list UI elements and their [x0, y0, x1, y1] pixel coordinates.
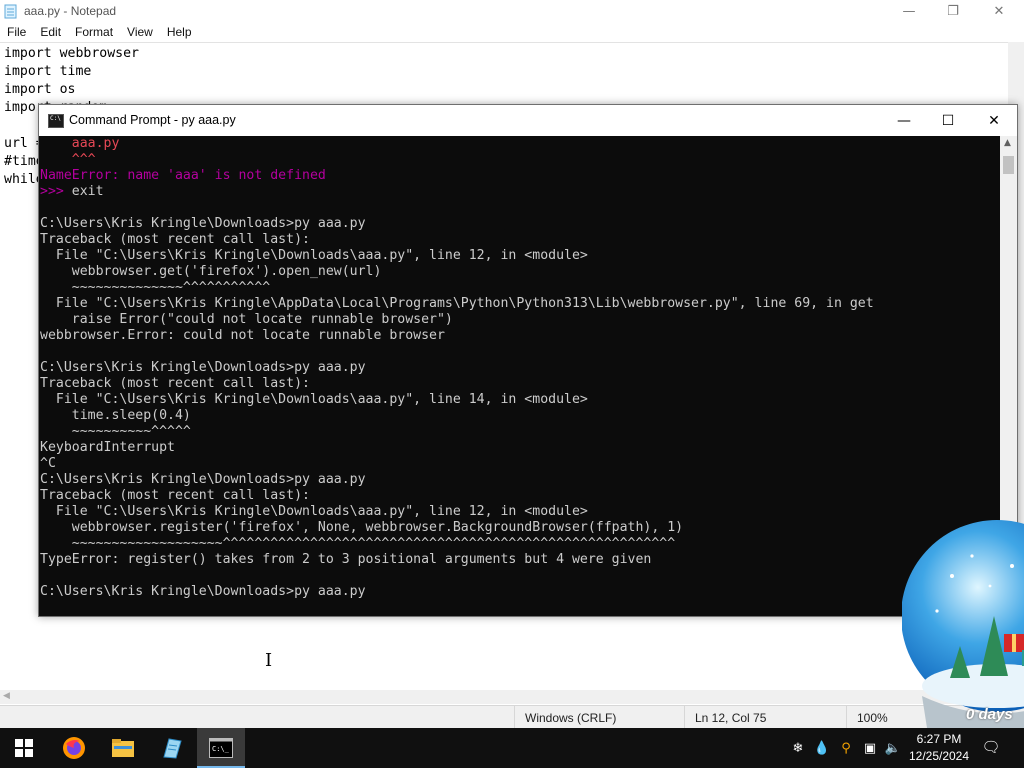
snow-globe-icon: [901, 520, 1024, 728]
menu-view[interactable]: View: [120, 23, 160, 42]
notepad-close-button[interactable]: ✕: [976, 0, 1022, 23]
notepad-line: import webbrowser: [4, 46, 139, 61]
menu-file[interactable]: File: [0, 23, 33, 42]
console-line: ^C: [40, 456, 56, 471]
status-encoding: Windows (CRLF): [525, 711, 617, 725]
scroll-left-arrow-icon[interactable]: ◀: [3, 691, 10, 701]
console-line: >>> exit: [40, 184, 104, 199]
notepad-titlebar[interactable]: aaa.py - Notepad — ❐ ✕: [0, 0, 1024, 23]
search-icon[interactable]: ⚲: [837, 738, 855, 758]
cmd-scroll-thumb[interactable]: [1003, 156, 1014, 174]
text-cursor-icon: I: [265, 650, 273, 671]
console-line: ~~~~~~~~~~^^^^^: [40, 424, 191, 439]
console-line: NameError: name 'aaa' is not defined: [40, 168, 326, 183]
file-explorer-icon: [112, 739, 134, 757]
notepad-app-icon: [4, 4, 17, 19]
windows-taskbar: C:\_ ❄ 💧 ⚲ ▣ 🔈 6:27 PM 12/25/2024 🗨: [0, 728, 1024, 768]
status-position: Ln 12, Col 75: [695, 711, 767, 725]
taskbar-notepad[interactable]: [148, 728, 196, 768]
notepad-restore-button[interactable]: ❐: [930, 0, 976, 23]
notepad-minimize-button[interactable]: —: [886, 0, 932, 23]
volume-icon[interactable]: 🔈: [884, 738, 902, 758]
menu-help[interactable]: Help: [160, 23, 199, 42]
notepad-line: import time: [4, 64, 92, 79]
cmd-text-lines: aaa.py ^^^ NameError: name 'aaa' is not d…: [40, 136, 874, 600]
scroll-up-arrow-icon[interactable]: ▲: [1004, 138, 1011, 148]
days-counter-label: 0 days: [966, 706, 1013, 723]
taskbar-firefox[interactable]: [50, 728, 98, 768]
people-icon[interactable]: ❄: [789, 738, 807, 758]
notepad-title: aaa.py - Notepad: [24, 4, 117, 18]
console-line: Traceback (most recent call last):: [40, 376, 310, 391]
cmd-title: Command Prompt - py aaa.py: [69, 113, 236, 127]
snow-globe-gadget[interactable]: 0 days: [901, 516, 1024, 728]
taskbar-command-prompt[interactable]: C:\_: [197, 728, 245, 768]
notifications-icon[interactable]: 🗨: [981, 737, 1000, 757]
svg-text:C:\_: C:\_: [212, 745, 230, 753]
console-line: raise Error("could not locate runnable b…: [40, 312, 453, 327]
console-line: time.sleep(0.4): [40, 408, 191, 423]
cmd-console-output[interactable]: aaa.py ^^^ NameError: name 'aaa' is not d…: [39, 136, 999, 615]
start-icon: [15, 739, 33, 757]
cmd-titlebar[interactable]: Command Prompt - py aaa.py — ☐ ✕: [39, 105, 1017, 136]
start-button[interactable]: [0, 728, 48, 768]
console-line: TypeError: register() takes from 2 to 3 …: [40, 552, 652, 567]
taskbar-clock[interactable]: 6:27 PM 12/25/2024: [902, 731, 976, 765]
console-line: webbrowser.get('firefox').open_new(url): [40, 264, 382, 279]
menu-format[interactable]: Format: [68, 23, 120, 42]
console-line: ~~~~~~~~~~~~~~~~~~~^^^^^^^^^^^^^^^^^^^^^…: [40, 536, 676, 551]
command-prompt-app-icon: [48, 114, 64, 128]
notepad-line: import os: [4, 82, 76, 97]
console-line: File "C:\Users\Kris Kringle\AppData\Loca…: [40, 296, 874, 311]
console-line: Traceback (most recent call last):: [40, 232, 310, 247]
notepad-statusbar: Windows (CRLF) Ln 12, Col 75 100%: [0, 705, 1024, 729]
console-line: webbrowser.Error: could not locate runna…: [40, 328, 445, 343]
command-prompt-icon: C:\_: [209, 738, 233, 758]
notepad-horizontal-scrollbar[interactable]: ◀: [0, 690, 1008, 704]
water-drop-icon[interactable]: 💧: [813, 738, 831, 758]
console-line: aaa.py: [71, 136, 120, 151]
console-line: C:\Users\Kris Kringle\Downloads>py aaa.p…: [40, 584, 366, 599]
console-line: webbrowser.register('firefox', None, web…: [40, 520, 684, 535]
console-line: C:\Users\Kris Kringle\Downloads>py aaa.p…: [40, 216, 366, 231]
menu-edit[interactable]: Edit: [33, 23, 68, 42]
console-line: ~~~~~~~~~~~~~~^^^^^^^^^^^: [40, 280, 271, 295]
clock-time: 6:27 PM: [916, 732, 962, 746]
notepad-icon: [163, 738, 182, 759]
cmd-minimize-button[interactable]: —: [881, 105, 927, 136]
network-icon[interactable]: ▣: [861, 738, 879, 758]
console-line: C:\Users\Kris Kringle\Downloads>py aaa.p…: [40, 360, 366, 375]
console-line: ^^^: [40, 152, 96, 167]
cmd-close-button[interactable]: ✕: [971, 105, 1017, 136]
console-line: File "C:\Users\Kris Kringle\Downloads\aa…: [40, 248, 588, 263]
firefox-icon: [63, 737, 85, 759]
console-line: C:\Users\Kris Kringle\Downloads>py aaa.p…: [40, 472, 366, 487]
clock-date: 12/25/2024: [908, 749, 970, 763]
console-line: KeyboardInterrupt: [40, 440, 175, 455]
notepad-menubar: File Edit Format View Help: [0, 23, 1024, 42]
cmd-maximize-button[interactable]: ☐: [925, 105, 971, 136]
status-zoom: 100%: [857, 711, 888, 725]
console-line: File "C:\Users\Kris Kringle\Downloads\aa…: [40, 392, 588, 407]
taskbar-file-explorer[interactable]: [99, 728, 147, 768]
console-line: File "C:\Users\Kris Kringle\Downloads\aa…: [40, 504, 588, 519]
console-line: Traceback (most recent call last):: [40, 488, 310, 503]
command-prompt-window[interactable]: Command Prompt - py aaa.py — ☐ ✕ aaa.py …: [38, 104, 1018, 617]
